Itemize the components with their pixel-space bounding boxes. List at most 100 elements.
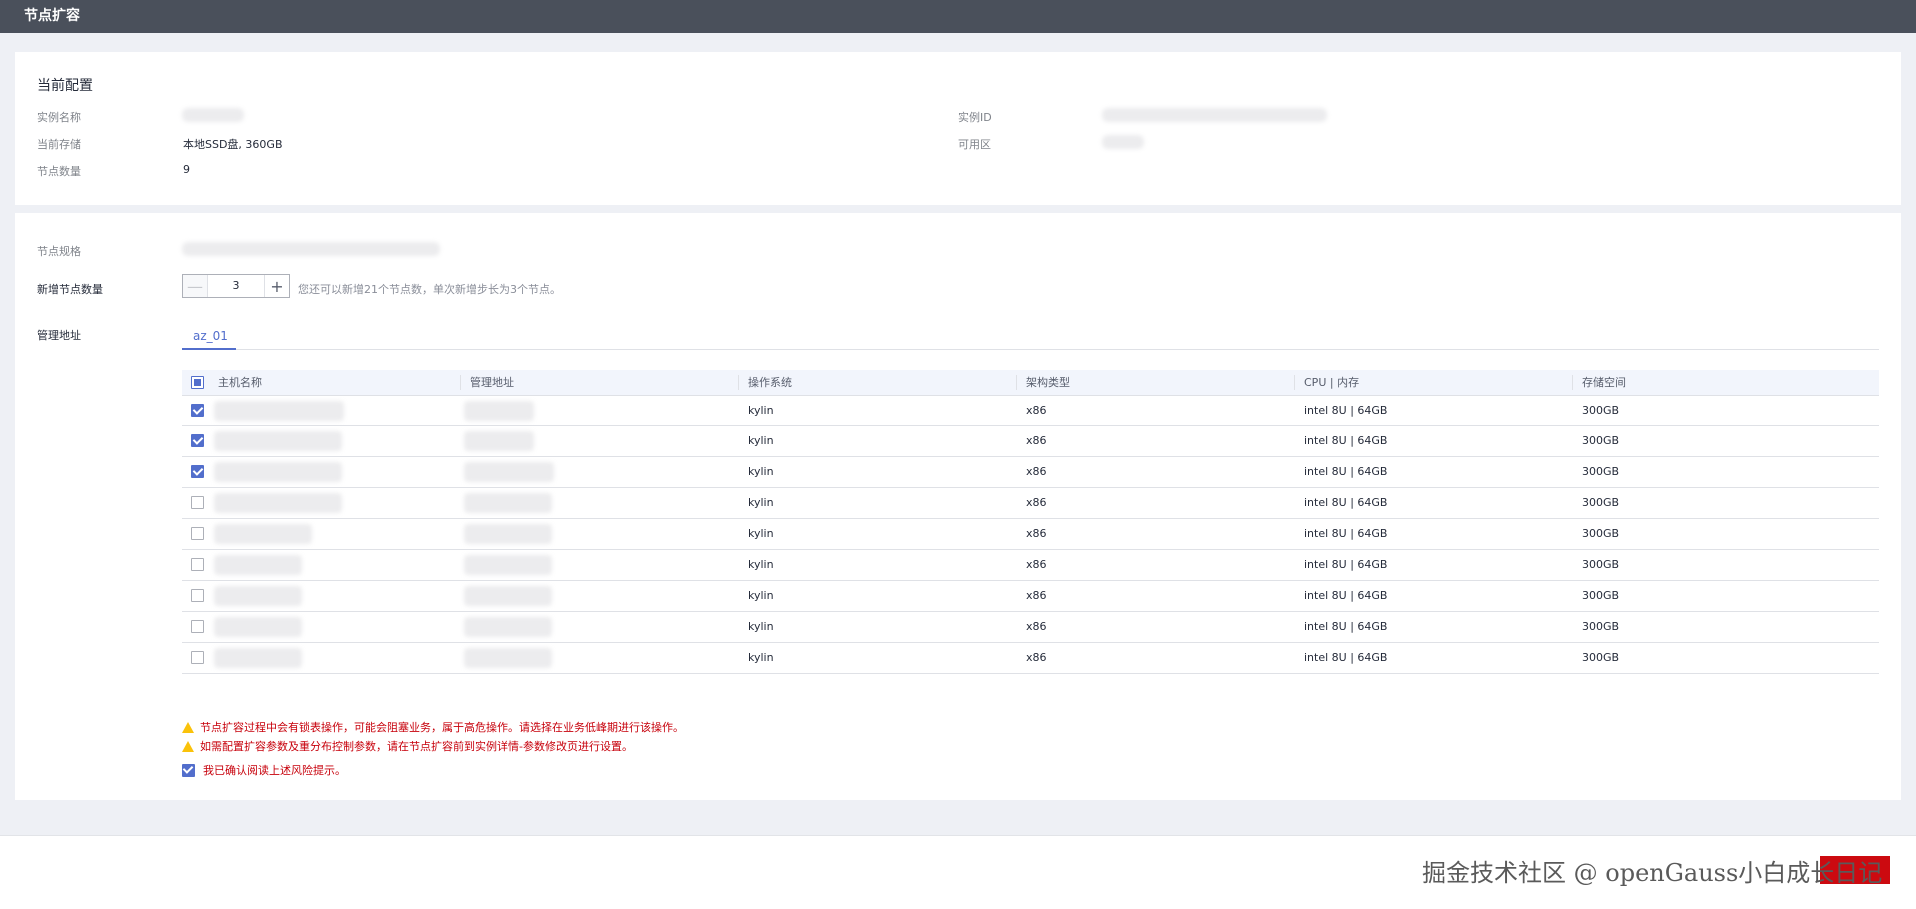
table-row[interactable]: kylin x86 intel 8U | 64GB 300GB bbox=[182, 488, 1879, 519]
warning-icon bbox=[182, 740, 194, 752]
cell-os: kylin bbox=[748, 558, 774, 571]
table-row[interactable]: kylin x86 intel 8U | 64GB 300GB bbox=[182, 426, 1879, 457]
table-row[interactable]: kylin x86 intel 8U | 64GB 300GB bbox=[182, 612, 1879, 643]
cell-os: kylin bbox=[748, 589, 774, 602]
current-config-title: 当前配置 bbox=[37, 78, 93, 94]
cell-cpu-mem: intel 8U | 64GB bbox=[1304, 651, 1388, 664]
cell-os: kylin bbox=[748, 434, 774, 447]
warning-2-text: 如需配置扩容参数及重分布控制参数，请在节点扩容前到实例详情-参数修改页进行设置。 bbox=[200, 740, 633, 753]
warning-1-text: 节点扩容过程中会有锁表操作，可能会阻塞业务，属于高危操作。请选择在业务低峰期进行… bbox=[200, 721, 684, 734]
cell-host-name bbox=[182, 519, 460, 549]
cell-storage: 300GB bbox=[1582, 496, 1620, 509]
cell-host-name bbox=[182, 488, 460, 518]
header-host-name: 主机名称 bbox=[182, 370, 460, 395]
cell-cpu-mem: intel 8U | 64GB bbox=[1304, 527, 1388, 540]
cell-storage: 300GB bbox=[1582, 434, 1620, 447]
row-checkbox[interactable] bbox=[191, 434, 204, 447]
cell-mgmt-address bbox=[460, 612, 738, 642]
cell-os: kylin bbox=[748, 496, 774, 509]
cell-mgmt-address bbox=[460, 457, 738, 487]
cell-mgmt-address bbox=[460, 396, 738, 425]
cell-host-name bbox=[182, 457, 460, 487]
select-all-checkbox[interactable] bbox=[191, 376, 204, 389]
cell-os: kylin bbox=[748, 527, 774, 540]
cell-arch: x86 bbox=[1026, 465, 1047, 478]
cell-os: kylin bbox=[748, 404, 774, 417]
header-arch: 架构类型 bbox=[1016, 370, 1294, 395]
row-checkbox[interactable] bbox=[191, 465, 204, 478]
row-checkbox[interactable] bbox=[191, 589, 204, 602]
row-checkbox[interactable] bbox=[191, 496, 204, 509]
host-name-redacted bbox=[214, 493, 342, 513]
header-storage: 存储空间 bbox=[1572, 370, 1879, 395]
storage-label: 当前存储 bbox=[37, 138, 81, 151]
cell-cpu-mem: intel 8U | 64GB bbox=[1304, 589, 1388, 602]
row-checkbox[interactable] bbox=[191, 558, 204, 571]
warning-1: 节点扩容过程中会有锁表操作，可能会阻塞业务，属于高危操作。请选择在业务低峰期进行… bbox=[182, 719, 684, 735]
expansion-form-card: 节点规格 新增节点数量 — 3 + 您还可以新增21个节点数，单次新增步长为3个… bbox=[15, 213, 1901, 800]
host-name-redacted bbox=[214, 586, 302, 606]
cell-mgmt-address bbox=[460, 488, 738, 518]
table-row[interactable]: kylin x86 intel 8U | 64GB 300GB bbox=[182, 550, 1879, 581]
header-cpu-mem: CPU | 内存 bbox=[1294, 370, 1572, 395]
node-count-value: 9 bbox=[183, 163, 190, 176]
cell-storage: 300GB bbox=[1582, 404, 1620, 417]
mgmt-address-redacted bbox=[464, 617, 552, 637]
add-count-stepper[interactable]: — 3 + bbox=[182, 274, 290, 298]
cell-arch: x86 bbox=[1026, 496, 1047, 509]
increment-button[interactable]: + bbox=[264, 275, 289, 297]
az-value bbox=[1102, 135, 1144, 149]
table-body: kylin x86 intel 8U | 64GB 300GB kylin x86 inte… bbox=[182, 395, 1879, 674]
watermark: 掘金技术社区 @ openGauss小白成长日记 bbox=[1422, 859, 1883, 887]
cell-arch: x86 bbox=[1026, 558, 1047, 571]
row-checkbox[interactable] bbox=[191, 404, 204, 417]
mgmt-address-redacted bbox=[464, 431, 534, 451]
table-row[interactable]: kylin x86 intel 8U | 64GB 300GB bbox=[182, 643, 1879, 674]
instance-name-label: 实例名称 bbox=[37, 111, 81, 124]
cell-arch: x86 bbox=[1026, 620, 1047, 633]
node-spec-label: 节点规格 bbox=[37, 245, 81, 258]
cell-cpu-mem: intel 8U | 64GB bbox=[1304, 434, 1388, 447]
row-checkbox[interactable] bbox=[191, 527, 204, 540]
host-table: 主机名称 管理地址 操作系统 架构类型 CPU | 内存 存储空间 kylin x… bbox=[182, 370, 1879, 674]
risk-confirm-label: 我已确认阅读上述风险提示。 bbox=[203, 764, 346, 777]
host-name-redacted bbox=[214, 617, 302, 637]
cell-mgmt-address bbox=[460, 519, 738, 549]
table-row[interactable]: kylin x86 intel 8U | 64GB 300GB bbox=[182, 519, 1879, 550]
mgmt-address-redacted bbox=[464, 586, 552, 606]
instance-id-value bbox=[1102, 108, 1327, 122]
decrement-button[interactable]: — bbox=[183, 275, 208, 297]
mgmt-address-label: 管理地址 bbox=[37, 329, 81, 342]
risk-confirm[interactable]: 我已确认阅读上述风险提示。 bbox=[182, 762, 346, 778]
header-mgmt-address: 管理地址 bbox=[460, 370, 738, 395]
cell-host-name bbox=[182, 643, 460, 673]
tab-active-indicator bbox=[182, 348, 236, 350]
cell-host-name bbox=[182, 426, 460, 456]
row-checkbox[interactable] bbox=[191, 620, 204, 633]
add-count-label: 新增节点数量 bbox=[37, 283, 103, 296]
cell-storage: 300GB bbox=[1582, 527, 1620, 540]
table-row[interactable]: kylin x86 intel 8U | 64GB 300GB bbox=[182, 581, 1879, 612]
mgmt-address-redacted bbox=[464, 462, 554, 482]
cell-arch: x86 bbox=[1026, 589, 1047, 602]
table-row[interactable]: kylin x86 intel 8U | 64GB 300GB bbox=[182, 395, 1879, 426]
storage-value: 本地SSD盘, 360GB bbox=[183, 138, 283, 151]
cell-arch: x86 bbox=[1026, 651, 1047, 664]
table-header: 主机名称 管理地址 操作系统 架构类型 CPU | 内存 存储空间 bbox=[182, 370, 1879, 395]
table-row[interactable]: kylin x86 intel 8U | 64GB 300GB bbox=[182, 457, 1879, 488]
tab-divider bbox=[182, 349, 1879, 350]
mgmt-address-redacted bbox=[464, 524, 552, 544]
add-count-input[interactable]: 3 bbox=[208, 275, 264, 297]
cell-host-name bbox=[182, 396, 460, 425]
mgmt-address-redacted bbox=[464, 493, 552, 513]
row-checkbox[interactable] bbox=[191, 651, 204, 664]
cell-mgmt-address bbox=[460, 581, 738, 611]
az-label: 可用区 bbox=[958, 138, 991, 151]
mgmt-address-redacted bbox=[464, 555, 552, 575]
host-name-redacted bbox=[214, 524, 312, 544]
risk-confirm-checkbox[interactable] bbox=[182, 763, 195, 777]
cell-os: kylin bbox=[748, 651, 774, 664]
cell-arch: x86 bbox=[1026, 434, 1047, 447]
tab-az-01[interactable]: az_01 bbox=[193, 329, 228, 343]
host-name-redacted bbox=[214, 555, 302, 575]
